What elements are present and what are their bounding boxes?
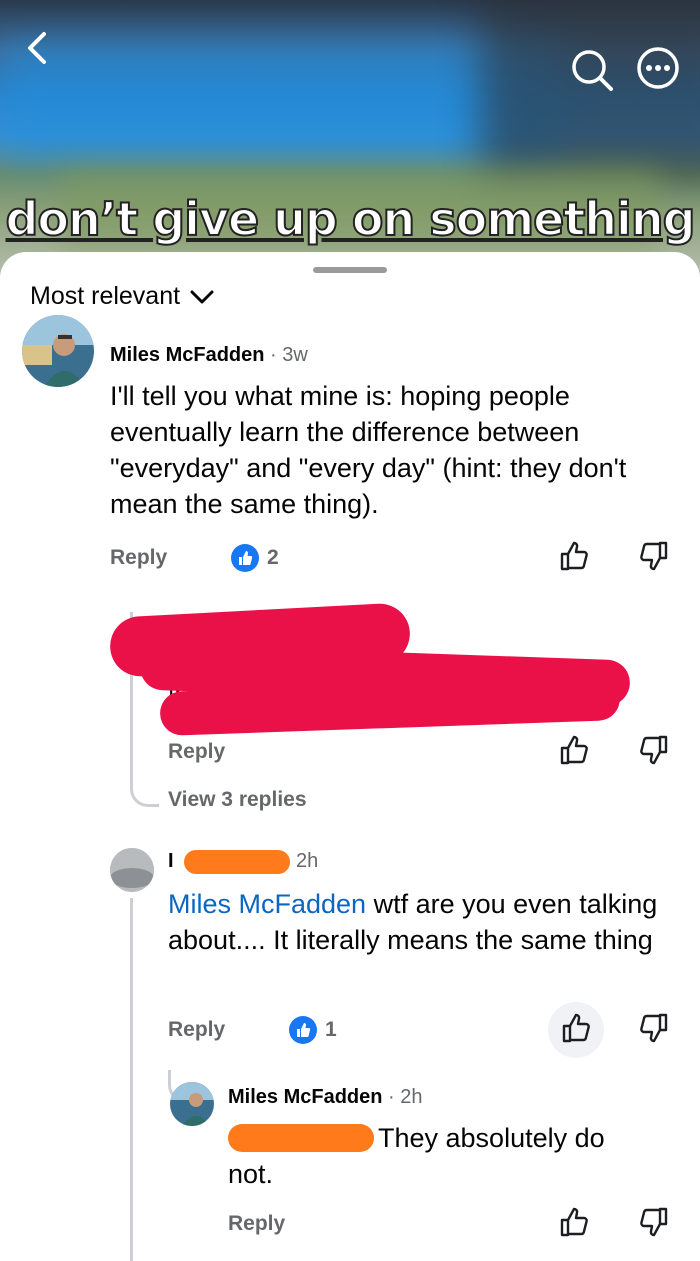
comment-text: Miles McFadden wtf are you even talking … <box>168 889 658 955</box>
sort-label: Most relevant <box>30 282 181 310</box>
thread-line <box>130 898 133 1261</box>
chevron-down-icon <box>190 290 214 303</box>
video-blur-shape <box>0 40 560 160</box>
reply-button[interactable]: Reply <box>110 546 167 570</box>
drag-handle[interactable] <box>313 267 387 273</box>
comment-author[interactable]: I <box>168 850 174 873</box>
like-badge-icon <box>289 1016 317 1044</box>
reply-button[interactable]: Reply <box>168 740 225 764</box>
like-icon[interactable] <box>558 1206 594 1242</box>
dislike-icon[interactable] <box>638 734 674 770</box>
more-icon[interactable] <box>636 46 680 95</box>
dislike-icon[interactable] <box>638 1206 674 1242</box>
comment-text: They absolutely do not. <box>228 1123 605 1189</box>
back-icon[interactable] <box>22 30 52 71</box>
sort-dropdown[interactable]: Most relevant <box>30 282 214 311</box>
search-icon[interactable] <box>570 48 614 97</box>
comment-author[interactable]: Miles McFadden · 2h <box>228 1086 423 1109</box>
reaction-count[interactable]: 1 <box>289 1016 337 1044</box>
like-badge-icon <box>231 544 259 572</box>
reply-button[interactable]: Reply <box>228 1212 285 1236</box>
like-icon[interactable] <box>560 1012 596 1048</box>
reply-button[interactable]: Reply <box>168 1018 225 1042</box>
redaction-scribble <box>184 850 290 874</box>
like-count: 1 <box>325 1018 337 1041</box>
video-caption: don’t give up on something <box>5 191 697 247</box>
comment-time: 2h <box>400 1086 423 1108</box>
avatar[interactable] <box>110 848 154 892</box>
avatar[interactable] <box>170 1082 214 1126</box>
reaction-count[interactable]: 2 <box>231 544 279 572</box>
like-count: 2 <box>267 546 279 569</box>
video-background: don’t give up on something <box>0 0 700 280</box>
like-icon[interactable] <box>558 540 594 576</box>
like-icon[interactable] <box>558 734 594 770</box>
comment-time: 3w <box>282 344 308 366</box>
view-replies-link[interactable]: View 3 replies <box>168 788 307 812</box>
comment-time: 2h <box>296 850 319 872</box>
dislike-icon[interactable] <box>638 1012 674 1048</box>
comments-sheet: Most relevant Miles McFadden · 3w I'll t… <box>0 252 700 1261</box>
comment-text: I'll tell you what mine is: hoping peopl… <box>110 381 627 519</box>
mention-link[interactable]: Miles McFadden <box>168 889 366 919</box>
avatar[interactable] <box>22 315 94 387</box>
comment-author[interactable]: Miles McFadden · 3w <box>110 344 308 367</box>
dislike-icon[interactable] <box>638 540 674 576</box>
